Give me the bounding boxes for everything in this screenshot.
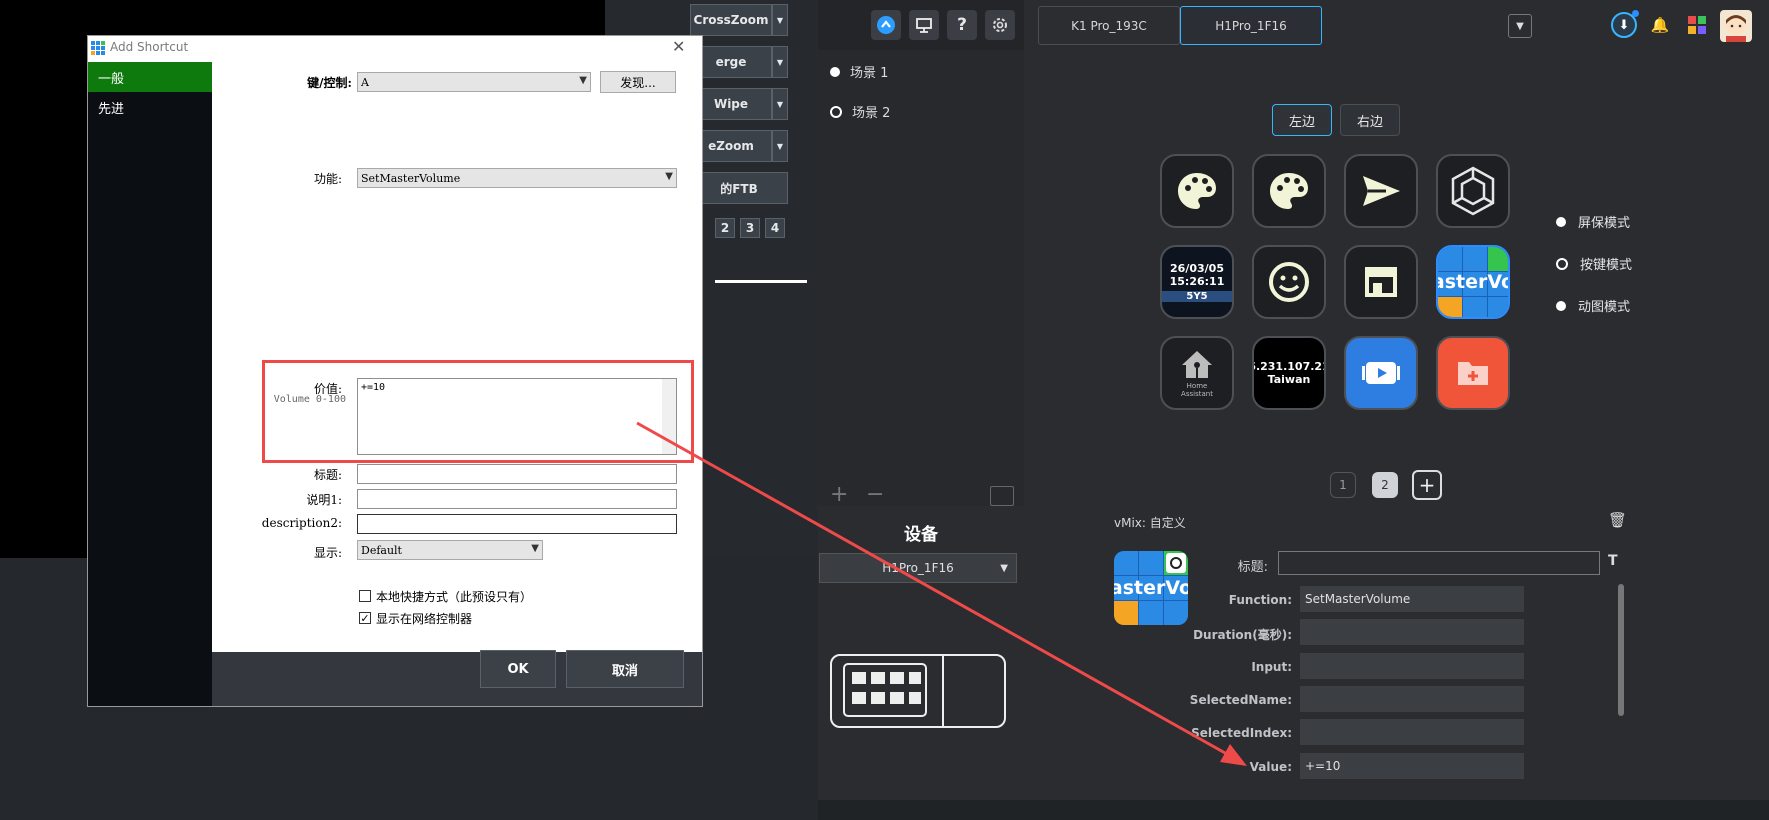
annotation-arrow [636,421,1247,766]
